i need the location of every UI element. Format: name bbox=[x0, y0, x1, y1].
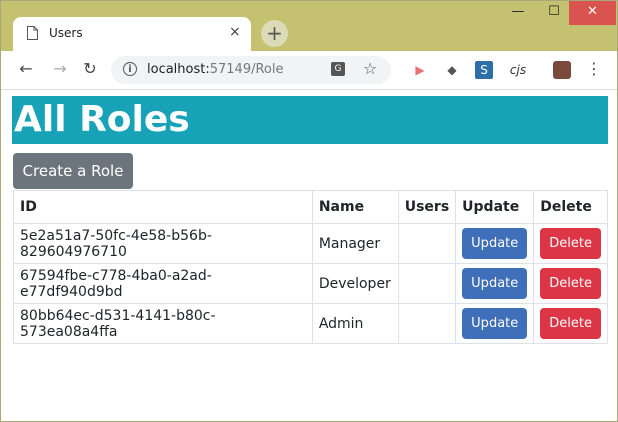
role-users bbox=[397, 263, 457, 304]
role-users bbox=[397, 303, 457, 344]
header-id: ID bbox=[13, 190, 313, 224]
table-row: 5e2a51a7-50fc-4e58-b56b-829604976710 Man… bbox=[13, 223, 608, 264]
browser-tab[interactable]: Users × bbox=[13, 17, 251, 51]
extension-gray-icon[interactable]: ◆ bbox=[443, 61, 461, 79]
page-icon bbox=[27, 26, 38, 40]
update-button[interactable]: Update bbox=[462, 228, 528, 259]
update-button[interactable]: Update bbox=[462, 308, 528, 339]
reload-button[interactable]: ↻ bbox=[81, 60, 99, 78]
role-name: Admin bbox=[311, 303, 399, 344]
minimize-button[interactable]: — bbox=[501, 1, 535, 25]
update-cell: Update bbox=[455, 263, 535, 304]
page-title: All Roles bbox=[14, 99, 190, 140]
delete-button[interactable]: Delete bbox=[540, 228, 601, 259]
maximize-button[interactable]: ☐ bbox=[537, 1, 571, 25]
delete-button[interactable]: Delete bbox=[540, 268, 601, 299]
menu-icon[interactable]: ⋮ bbox=[585, 60, 603, 78]
update-button[interactable]: Update bbox=[462, 268, 528, 299]
extension-red-arrow-icon[interactable]: ▶ bbox=[411, 61, 429, 79]
page-content: All Roles Create a Role ID Name Users Up… bbox=[1, 90, 617, 421]
title-bar: Users × + — ☐ ✕ bbox=[1, 1, 617, 51]
browser-toolbar: ← → ↻ i localhost:57149/Role G ☆ ▶ ◆ S c… bbox=[1, 51, 617, 90]
header-name: Name bbox=[311, 190, 399, 224]
delete-button[interactable]: Delete bbox=[540, 308, 601, 339]
role-id: 5e2a51a7-50fc-4e58-b56b-829604976710 bbox=[13, 223, 313, 264]
address-bar[interactable]: i localhost:57149/Role G ☆ bbox=[111, 56, 391, 84]
back-button[interactable]: ← bbox=[17, 60, 35, 78]
table-row: 67594fbe-c778-4ba0-a2ad-e77df940d9bd Dev… bbox=[13, 263, 608, 304]
avatar[interactable] bbox=[553, 61, 571, 79]
extension-cjs-icon[interactable]: cjs bbox=[505, 61, 531, 79]
table-row: 80bb64ec-d531-4141-b80c-573ea08a4ffa Adm… bbox=[13, 303, 608, 344]
tab-close-icon[interactable]: × bbox=[229, 24, 241, 40]
delete-cell: Delete bbox=[533, 263, 608, 304]
new-tab-button[interactable]: + bbox=[261, 20, 288, 47]
forward-button[interactable]: → bbox=[51, 60, 69, 78]
role-id: 67594fbe-c778-4ba0-a2ad-e77df940d9bd bbox=[13, 263, 313, 304]
role-id: 80bb64ec-d531-4141-b80c-573ea08a4ffa bbox=[13, 303, 313, 344]
update-cell: Update bbox=[455, 303, 535, 344]
role-users bbox=[397, 223, 457, 264]
create-role-button[interactable]: Create a Role bbox=[13, 153, 133, 189]
translate-icon[interactable]: G bbox=[331, 62, 345, 76]
tab-title: Users bbox=[49, 26, 83, 40]
role-name: Manager bbox=[311, 223, 399, 264]
table-header-row: ID Name Users Update Delete bbox=[13, 190, 608, 224]
delete-cell: Delete bbox=[533, 223, 608, 264]
page-header: All Roles bbox=[12, 96, 608, 144]
close-window-button[interactable]: ✕ bbox=[569, 1, 616, 25]
url-text[interactable]: localhost:57149/Role bbox=[147, 62, 283, 77]
update-cell: Update bbox=[455, 223, 535, 264]
browser-window: Users × + — ☐ ✕ ← → ↻ i localhost:57149/… bbox=[0, 0, 618, 422]
header-update: Update bbox=[455, 190, 535, 224]
header-delete: Delete bbox=[533, 190, 608, 224]
roles-table: ID Name Users Update Delete 5e2a51a7-50f… bbox=[13, 190, 608, 344]
role-name: Developer bbox=[311, 263, 399, 304]
info-icon[interactable]: i bbox=[123, 62, 137, 76]
delete-cell: Delete bbox=[533, 303, 608, 344]
bookmark-star-icon[interactable]: ☆ bbox=[363, 59, 377, 78]
extension-s-icon[interactable]: S bbox=[475, 61, 493, 79]
header-users: Users bbox=[397, 190, 457, 224]
